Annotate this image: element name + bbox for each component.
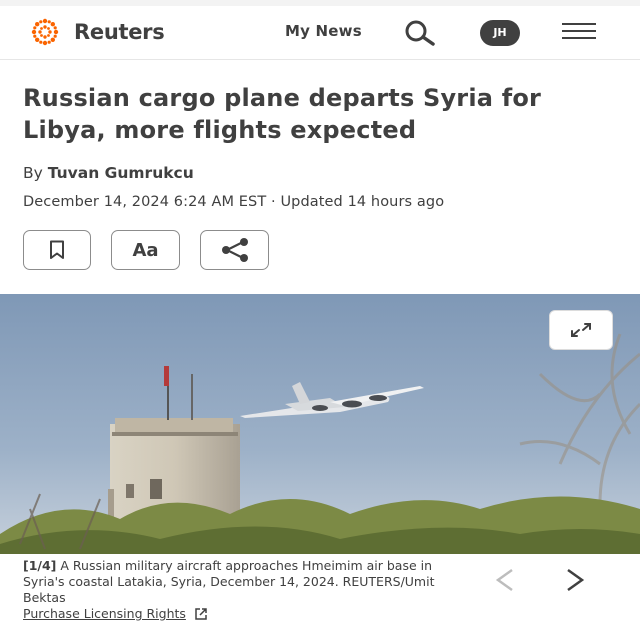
article-headline: Russian cargo plane departs Syria for Li… <box>23 84 542 144</box>
user-avatar[interactable]: JH <box>480 20 520 46</box>
text-size-button[interactable]: Aa <box>111 230 180 270</box>
photo-image <box>0 294 640 554</box>
article-photo[interactable] <box>0 294 640 554</box>
author-link[interactable]: Tuvan Gumrukcu <box>48 164 194 182</box>
bookmark-icon <box>50 240 64 259</box>
byline-prefix: By <box>23 164 43 182</box>
expand-photo-button[interactable] <box>549 310 613 350</box>
menu-button[interactable] <box>562 23 596 43</box>
article-dateline: December 14, 2024 6:24 AM EST · Updated … <box>23 194 445 210</box>
search-button[interactable] <box>400 19 440 47</box>
hamburger-menu-icon <box>562 23 596 39</box>
text-size-label: Aa <box>132 239 159 261</box>
search-icon <box>405 20 435 46</box>
next-photo-button[interactable] <box>560 565 590 595</box>
site-header: Reuters My News JH <box>0 6 640 60</box>
external-link-icon <box>195 607 207 620</box>
share-button[interactable] <box>200 230 269 270</box>
logo-text: Reuters <box>74 20 165 44</box>
my-news-link[interactable]: My News <box>285 22 362 40</box>
photo-caption: [1/4] A Russian military aircraft approa… <box>23 558 453 606</box>
reuters-logo-icon <box>31 18 59 46</box>
license-label: Purchase Licensing Rights <box>23 606 186 621</box>
caption-text: A Russian military aircraft approaches H… <box>23 558 435 605</box>
reuters-logo[interactable]: Reuters <box>22 16 165 48</box>
expand-icon <box>571 323 591 337</box>
byline: By Tuvan Gumrukcu <box>23 164 194 182</box>
chevron-right-icon <box>567 568 585 592</box>
gallery-index: [1/4] <box>23 558 57 573</box>
purchase-licensing-link[interactable]: Purchase Licensing Rights <box>23 606 208 621</box>
previous-photo-button[interactable] <box>490 565 520 595</box>
share-icon <box>221 238 248 262</box>
save-article-button[interactable] <box>23 230 91 270</box>
chevron-left-icon <box>495 568 513 592</box>
